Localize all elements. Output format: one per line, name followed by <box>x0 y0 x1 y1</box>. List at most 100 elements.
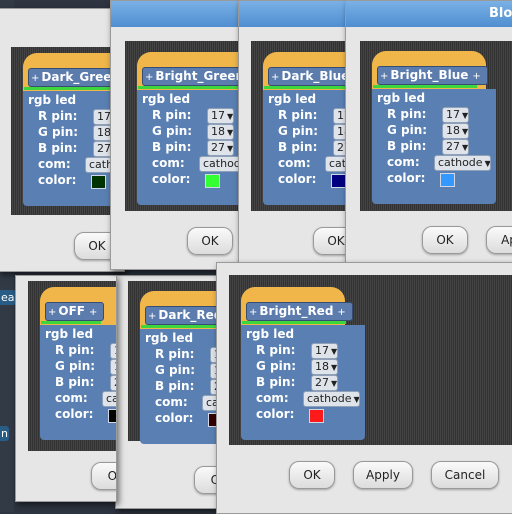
com-dropdown[interactable]: cathode▼ <box>102 391 116 407</box>
com-dropdown[interactable]: cathode▼ <box>303 391 360 407</box>
block-type-label: rgb led <box>142 92 191 106</box>
color-label: color: <box>155 411 194 425</box>
color-swatch[interactable] <box>205 174 220 188</box>
b-pin-label: B pin: <box>387 139 427 153</box>
r-pin-label: R pin: <box>55 343 95 357</box>
dropdown-arrow-icon: ▼ <box>227 144 234 153</box>
highlight-line <box>264 86 351 89</box>
color-swatch[interactable] <box>108 409 116 423</box>
color-swatch[interactable] <box>440 173 455 187</box>
color-label: color: <box>256 407 295 421</box>
dialog-title-bar[interactable] <box>111 1 243 27</box>
color-label: color: <box>55 407 94 421</box>
rgb-led-block[interactable]: + OFF + rgb led R pin: G pin: B pin: com: … <box>40 287 116 440</box>
plus-icon: + <box>472 71 481 82</box>
b-pin-value: 27 <box>315 376 329 389</box>
block-dialog-bright-red: + Bright_Red + rgb led R pin: G pin: B pin… <box>216 262 512 514</box>
r-pin-dropdown[interactable]: 17▼ <box>311 343 338 359</box>
block-dialog-bright-green: + Bright_Green rgb led R pin: G pin: B pi… <box>110 0 244 270</box>
color-swatch[interactable] <box>331 174 346 188</box>
b-pin-label: B pin: <box>152 140 192 154</box>
r-pin-label: R pin: <box>152 108 192 122</box>
r-pin-value: 17 <box>315 344 329 357</box>
apply-button[interactable]: Apply <box>353 461 413 489</box>
com-value: cathode <box>106 392 116 405</box>
b-pin-dropdown[interactable]: 27▼ <box>110 375 116 391</box>
dialog-title: Bloc <box>488 6 512 21</box>
background-button-1[interactable]: ea <box>0 290 16 305</box>
com-value: cathode <box>307 392 352 405</box>
color-swatch[interactable] <box>91 175 106 189</box>
block-name-field[interactable]: + Bright_Green <box>142 67 244 86</box>
dialog-title-bar[interactable] <box>239 1 351 27</box>
dropdown-arrow-icon: ▼ <box>462 143 469 152</box>
rgb-led-block[interactable]: + Bright_Green rgb led R pin: G pin: B pi… <box>137 52 244 205</box>
g-pin-label: G pin: <box>278 124 319 138</box>
com-label: com: <box>38 157 71 171</box>
g-pin-label: G pin: <box>152 124 193 138</box>
r-pin-value: 17 <box>97 110 111 123</box>
com-label: com: <box>155 395 188 409</box>
ok-button[interactable]: OK <box>187 227 233 255</box>
b-pin-dropdown[interactable]: 27▼ <box>207 140 234 156</box>
block-body: rgb led R pin: G pin: B pin: com: color:… <box>137 90 243 205</box>
rgb-led-block[interactable]: + Dark_Blue rgb led R pin: G pin: B pin: … <box>263 52 351 205</box>
plus-icon: + <box>31 73 40 84</box>
plus-icon: + <box>337 307 346 318</box>
rgb-led-block[interactable]: + Bright_Red + rgb led R pin: G pin: B pin… <box>241 287 451 440</box>
r-pin-label: R pin: <box>155 347 195 361</box>
g-pin-dropdown[interactable]: 18▼ <box>207 124 234 140</box>
ok-button[interactable]: OK <box>422 226 468 254</box>
b-pin-label: B pin: <box>38 141 78 155</box>
b-pin-label: B pin: <box>55 375 95 389</box>
block-name-field[interactable]: + OFF + <box>45 302 105 321</box>
highlight-line <box>242 321 346 324</box>
g-pin-value: 18 <box>315 360 329 373</box>
b-pin-dropdown[interactable]: 27▼ <box>311 375 338 391</box>
dialog-title-bar[interactable]: Bloc <box>346 1 512 27</box>
cancel-button[interactable]: Cancel <box>431 461 499 489</box>
ok-button[interactable]: OK <box>289 461 335 489</box>
g-pin-dropdown[interactable]: 18▼ <box>442 123 469 139</box>
plus-icon: + <box>145 72 154 83</box>
r-pin-label: R pin: <box>38 109 78 123</box>
block-body: rgb led R pin: G pin: B pin: com: color:… <box>40 325 116 440</box>
block-name-text: Dark_Blue <box>281 69 350 83</box>
block-name-text: Dark_Red <box>158 308 223 322</box>
r-pin-dropdown[interactable]: 17▼ <box>442 107 469 123</box>
ok-button[interactable]: Ol <box>91 462 116 490</box>
apply-button[interactable]: Ap <box>486 226 512 254</box>
rgb-led-block[interactable]: + Bright_Blue + rgb led R pin: G pin: B pi… <box>372 51 512 204</box>
plus-icon: + <box>380 71 389 82</box>
block-name-field[interactable]: + Dark_Blue <box>268 67 351 86</box>
g-pin-label: G pin: <box>55 359 96 373</box>
g-pin-dropdown[interactable]: 18▼ <box>311 359 338 375</box>
block-type-label: rgb led <box>45 327 94 341</box>
b-pin-dropdown[interactable]: 27▼ <box>442 139 469 155</box>
dropdown-arrow-icon: ▼ <box>462 127 469 136</box>
dropdown-arrow-icon: ▼ <box>227 128 234 137</box>
highlight-line <box>373 85 477 88</box>
com-dropdown[interactable]: cathode▼ <box>434 155 491 171</box>
r-pin-value: 17 <box>114 344 116 357</box>
block-name-text: Bright_Red <box>259 304 334 318</box>
dropdown-arrow-icon: ▼ <box>331 379 338 388</box>
block-name-field[interactable]: + Bright_Blue + <box>377 66 488 85</box>
block-name-text: Bright_Green <box>155 69 244 83</box>
b-pin-label: B pin: <box>278 140 318 154</box>
block-type-label: rgb led <box>268 92 317 106</box>
r-pin-dropdown[interactable]: 17▼ <box>207 108 234 124</box>
color-swatch[interactable] <box>309 409 324 423</box>
color-label: color: <box>387 171 426 185</box>
b-pin-value: 27 <box>97 142 111 155</box>
block-preview-canvas: + Bright_Red + rgb led R pin: G pin: B pin… <box>229 275 512 445</box>
com-label: com: <box>256 391 289 405</box>
g-pin-dropdown[interactable]: 18▼ <box>110 359 116 375</box>
background-button-2[interactable]: n <box>0 426 9 441</box>
block-name-text: Dark_Green <box>41 70 120 84</box>
b-pin-value: 27 <box>114 376 116 389</box>
block-name-field[interactable]: + Bright_Red + <box>246 302 353 321</box>
r-pin-value: 17 <box>446 108 460 121</box>
r-pin-dropdown[interactable]: 17▼ <box>110 343 116 359</box>
block-dialog-off: + OFF + rgb led R pin: G pin: B pin: com: … <box>15 275 117 502</box>
